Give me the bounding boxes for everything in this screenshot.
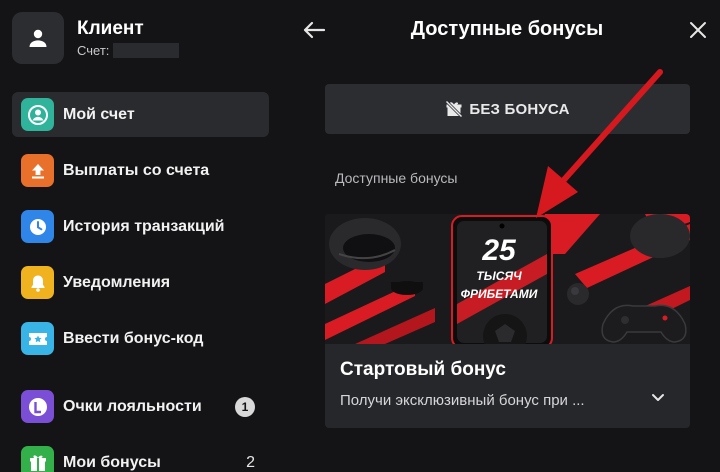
panel-title: Доступные бонусы — [410, 18, 604, 40]
menu-item-label: Очки лояльности — [63, 397, 202, 415]
menu-item-notifications[interactable]: Уведомления — [12, 260, 269, 305]
account-label: Счет: — [77, 43, 110, 58]
account-number-mask — [113, 43, 180, 58]
loyalty-badge: 1 — [235, 396, 255, 417]
profile-name: Клиент — [77, 18, 144, 39]
bonus-card-title: Стартовый бонус — [340, 359, 506, 380]
account-icon — [21, 98, 54, 131]
no-gift-icon — [445, 100, 463, 118]
profile-text: Клиент Счет: — [77, 18, 180, 58]
chevron-down-icon — [652, 394, 664, 401]
banner-number: 25 — [481, 234, 517, 267]
menu-item-label: Мой счет — [63, 105, 135, 123]
bonus-banner-image: 25 ТЫСЯЧ ФРИБЕТАМИ — [325, 214, 690, 344]
bonus-card-description: Получи эксклюзивный бонус при ... — [340, 392, 585, 409]
close-button[interactable] — [684, 16, 712, 44]
menu-item-label: Выплаты со счета — [63, 161, 210, 179]
menu-item-payouts[interactable]: Выплаты со счета — [12, 148, 269, 193]
menu-item-bonus-code[interactable]: Ввести бонус-код — [12, 316, 269, 361]
clock-icon — [21, 210, 54, 243]
menu-item-my-bonuses[interactable]: Мои бонусы 2 — [12, 440, 269, 472]
bonus-card-starter[interactable]: 25 ТЫСЯЧ ФРИБЕТАМИ Стартовый бонус Получ… — [325, 214, 690, 428]
account-row: Счет: — [77, 43, 180, 58]
no-bonus-button[interactable]: БЕЗ БОНУСА — [325, 84, 690, 134]
gift-icon — [21, 446, 54, 472]
menu-item-my-account[interactable]: Мой счет — [12, 92, 269, 137]
menu-item-transaction-history[interactable]: История транзакций — [12, 204, 269, 249]
menu-item-label: История транзакций — [63, 217, 225, 235]
sidebar: Клиент Счет: Мой счет Выплаты со счета И… — [0, 0, 280, 472]
banner-line1: ТЫСЯЧ — [476, 269, 522, 283]
user-icon — [29, 29, 47, 47]
expand-button[interactable] — [648, 388, 668, 408]
avatar[interactable] — [12, 12, 64, 64]
menu-item-label: Уведомления — [63, 273, 171, 291]
menu-item-label: Ввести бонус-код — [63, 329, 204, 347]
close-icon — [690, 22, 706, 38]
menu-item-loyalty-points[interactable]: Очки лояльности 1 — [12, 384, 269, 429]
profile-header: Клиент Счет: — [12, 12, 180, 64]
no-bonus-label: БЕЗ БОНУСА — [469, 100, 570, 118]
bonuses-count: 2 — [246, 453, 255, 471]
banner-line2: ФРИБЕТАМИ — [461, 287, 538, 301]
upload-icon — [21, 154, 54, 187]
menu-item-label: Мои бонусы — [63, 453, 161, 471]
ticket-icon — [21, 322, 54, 355]
bonuses-panel: Доступные бонусы БЕЗ БОНУСА Доступные бо… — [280, 0, 720, 472]
section-label: Доступные бонусы — [335, 170, 458, 186]
bell-icon — [21, 266, 54, 299]
loyalty-icon — [21, 390, 54, 423]
